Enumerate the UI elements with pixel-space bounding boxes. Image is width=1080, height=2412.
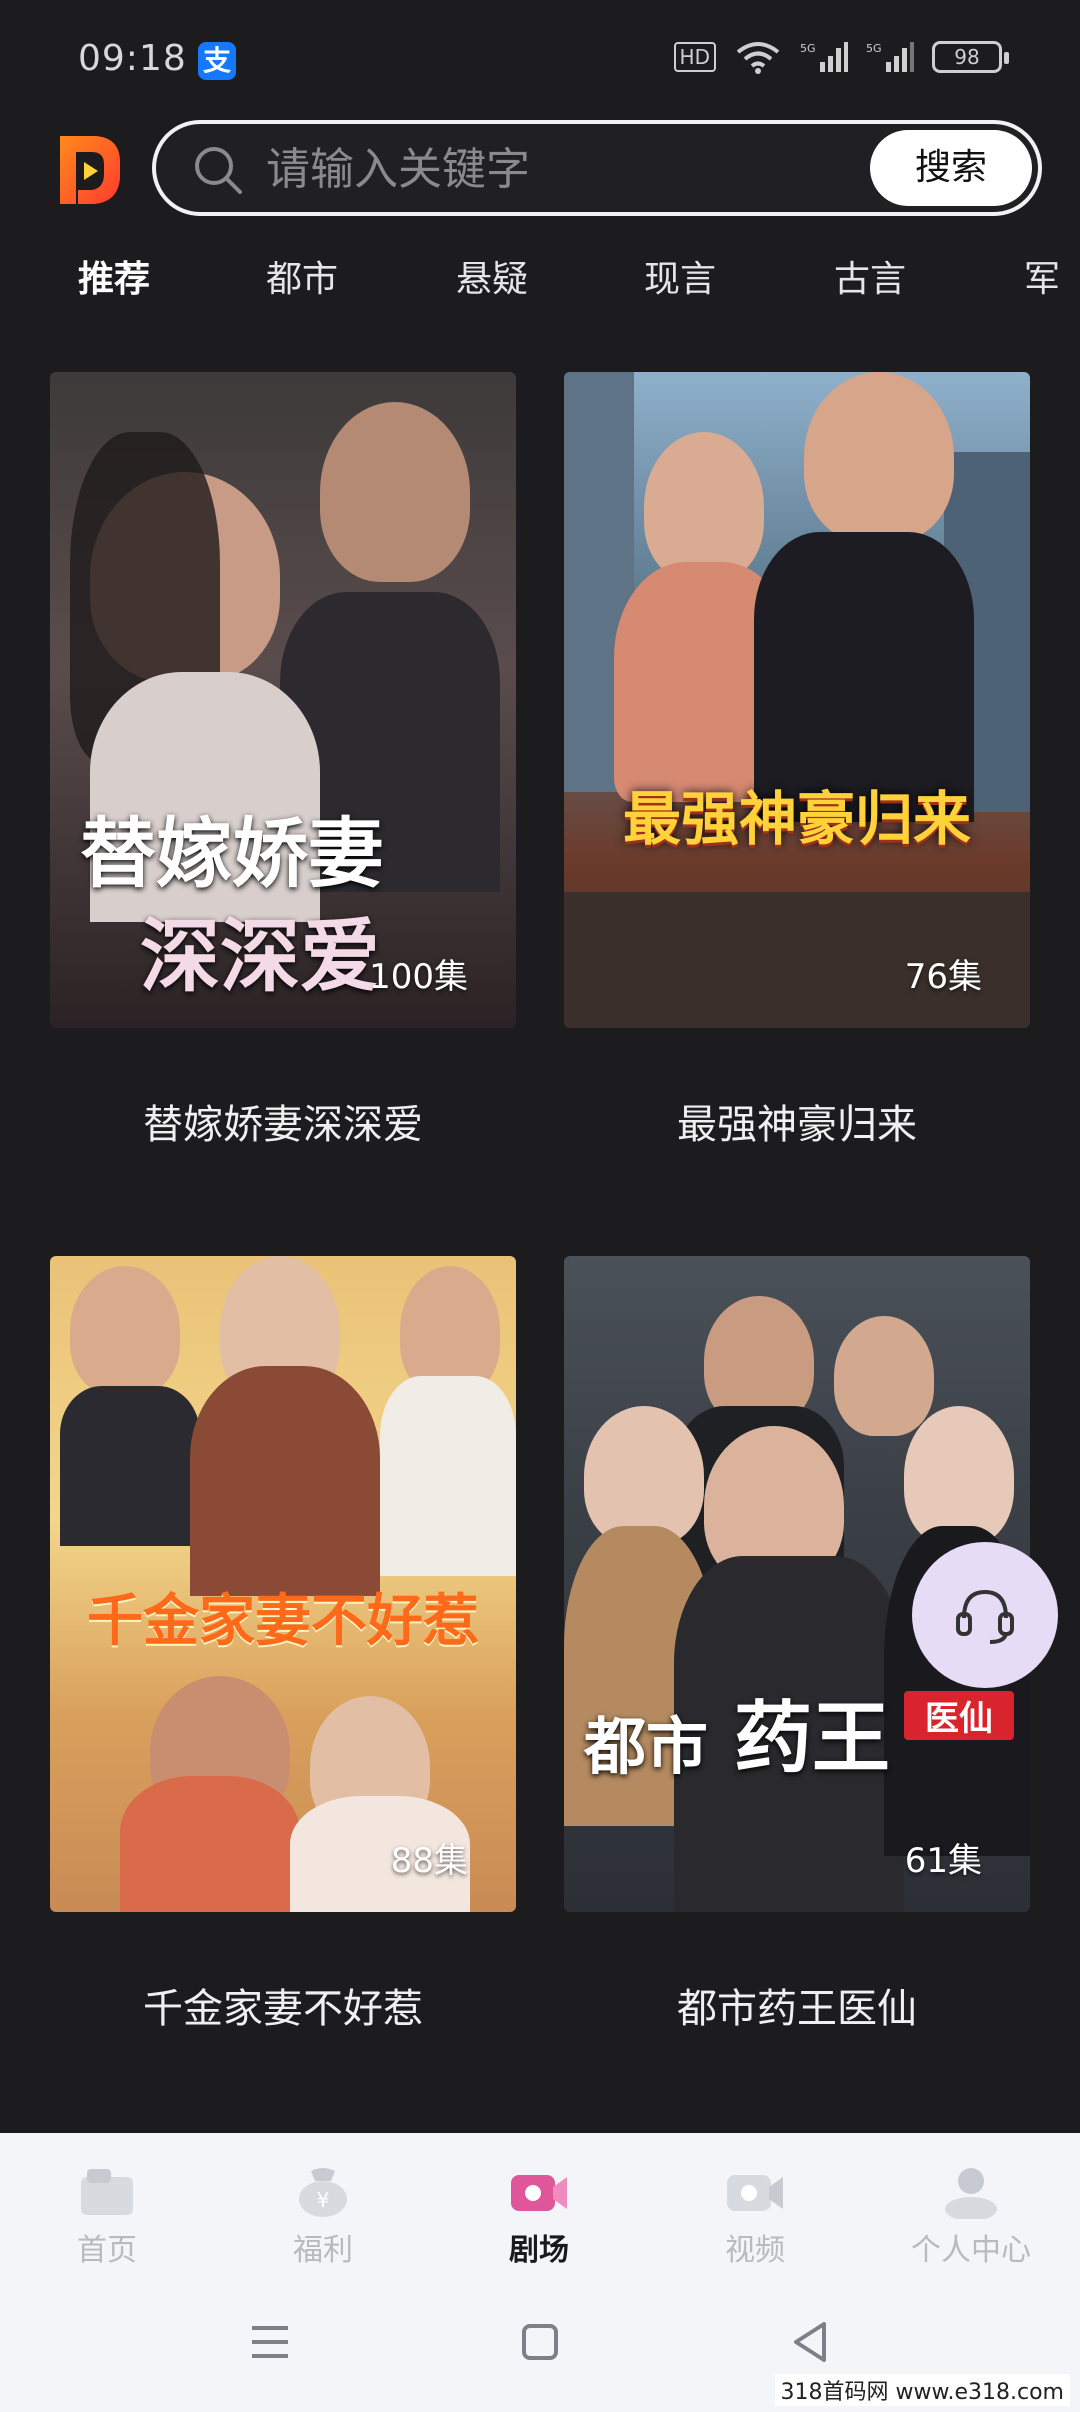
- status-time: 09:18: [78, 38, 187, 79]
- search-icon: [195, 147, 242, 194]
- drama-title[interactable]: 千金家妻不好惹: [50, 1976, 516, 2034]
- wifi-icon: [736, 42, 780, 74]
- drama-card[interactable]: 千金家妻不好惹 88集 千金家妻不好惹: [50, 1256, 516, 2032]
- episode-count: 61集: [904, 1841, 982, 1881]
- hd-badge: HD: [673, 42, 716, 72]
- theater-icon: [511, 2175, 567, 2211]
- alipay-notification-icon: 支: [198, 42, 236, 80]
- status-indicators: HD 5G 5G 98: [673, 40, 1009, 74]
- episode-count: 88集: [390, 1841, 468, 1881]
- search-button[interactable]: 搜索: [870, 130, 1032, 206]
- nav-label: 剧场: [509, 2233, 569, 2268]
- drama-poster[interactable]: 最强神豪归来 76集: [564, 372, 1030, 1028]
- drama-card[interactable]: 替嫁娇妻 深深爱 100集 替嫁娇妻深深爱: [50, 372, 516, 1148]
- profile-icon: [945, 2168, 997, 2219]
- poster-title-line: 替嫁娇妻: [80, 809, 384, 898]
- tab-suspense[interactable]: 悬疑: [456, 250, 528, 302]
- system-navigation: [0, 2300, 1080, 2380]
- menu-icon[interactable]: [242, 2314, 298, 2370]
- nav-welfare[interactable]: ¥ 福利: [248, 2163, 398, 2269]
- tab-military[interactable]: 军: [1024, 250, 1060, 302]
- tab-recommended[interactable]: 推荐: [78, 250, 150, 302]
- episode-count: 76集: [904, 957, 982, 997]
- svg-text:5G: 5G: [866, 42, 882, 55]
- signal-icon-2: 5G: [866, 42, 914, 72]
- search-bar: 搜索: [152, 120, 1042, 216]
- headset-icon: [956, 1589, 1014, 1644]
- category-tabs: 推荐 都市 悬疑 现言 古言 军: [0, 250, 1080, 314]
- customer-support-button[interactable]: [912, 1542, 1058, 1688]
- drama-title[interactable]: 都市药王医仙: [564, 1976, 1030, 2034]
- poster-title-line: 最强神豪归来: [622, 785, 971, 853]
- nav-label: 视频: [725, 2233, 785, 2268]
- svg-text:¥: ¥: [317, 2188, 330, 2212]
- app-logo-icon[interactable]: [56, 132, 122, 208]
- video-icon: [727, 2175, 783, 2211]
- battery-indicator: 98: [932, 41, 1009, 73]
- bottom-navigation: 首页 ¥ 福利 剧场 视频 个人中心: [0, 2133, 1080, 2412]
- drama-card[interactable]: 最强神豪归来 76集 最强神豪归来: [564, 372, 1030, 1148]
- tab-ancient-romance[interactable]: 古言: [834, 250, 906, 302]
- nav-home[interactable]: 首页: [32, 2163, 182, 2269]
- drama-poster[interactable]: 替嫁娇妻 深深爱 100集: [50, 372, 516, 1028]
- nav-label: 个人中心: [911, 2233, 1031, 2268]
- drama-poster[interactable]: 千金家妻不好惹 88集: [50, 1256, 516, 1912]
- drama-title[interactable]: 最强神豪归来: [564, 1092, 1030, 1150]
- nav-label: 福利: [293, 2233, 353, 2268]
- welfare-icon: ¥: [299, 2168, 347, 2217]
- svg-text:5G: 5G: [800, 42, 816, 55]
- status-bar: 09:18 支 HD 5G 5G 98: [0, 0, 1080, 120]
- poster-title-line: 医仙: [904, 1691, 1014, 1740]
- app-screen: 09:18 支 HD 5G 5G 98 请输入关键字 搜索 推荐 都市 悬疑 现…: [0, 0, 1080, 2412]
- search-input[interactable]: [264, 124, 828, 214]
- nav-theater[interactable]: 剧场: [464, 2163, 614, 2269]
- nav-label: 首页: [77, 2233, 137, 2268]
- episode-count: 100集: [369, 957, 468, 997]
- nav-profile[interactable]: 个人中心: [896, 2163, 1046, 2269]
- tab-modern-romance[interactable]: 现言: [644, 250, 716, 302]
- home-square-icon[interactable]: [512, 2314, 568, 2370]
- nav-video[interactable]: 视频: [680, 2163, 830, 2269]
- home-icon: [81, 2169, 133, 2215]
- signal-icon-1: 5G: [800, 42, 848, 72]
- tab-urban[interactable]: 都市: [266, 250, 338, 302]
- back-icon[interactable]: [782, 2314, 838, 2370]
- drama-title[interactable]: 替嫁娇妻深深爱: [50, 1092, 516, 1150]
- poster-title-line: 千金家妻不好惹: [87, 1589, 479, 1654]
- watermark: 318首码网 www.e318.com: [774, 2374, 1070, 2406]
